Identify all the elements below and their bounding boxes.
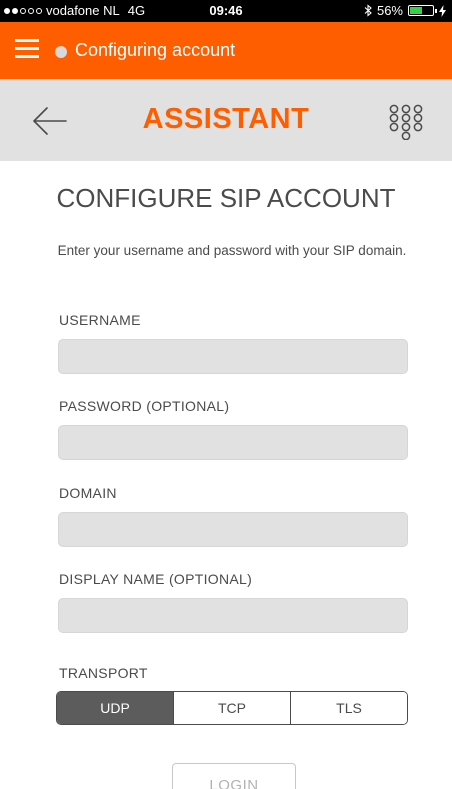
password-input[interactable] xyxy=(58,425,408,460)
transport-option-tcp[interactable]: TCP xyxy=(173,692,290,724)
status-bar-right: 56% xyxy=(364,3,446,18)
display-name-label: DISPLAY NAME (OPTIONAL) xyxy=(59,571,253,587)
battery-icon xyxy=(408,5,437,16)
domain-label: DOMAIN xyxy=(59,485,117,501)
assistant-header: ASSISTANT xyxy=(0,79,452,161)
battery-fill xyxy=(410,7,422,14)
page-title: CONFIGURE SIP ACCOUNT xyxy=(56,183,396,213)
signal-strength-icon xyxy=(4,7,42,14)
status-bar: vodafone NL 4G 09:46 56% xyxy=(0,0,452,22)
back-arrow-icon[interactable] xyxy=(30,104,70,138)
charging-bolt-icon xyxy=(439,4,446,17)
top-bar: Configuring account xyxy=(0,22,452,79)
network-type: 4G xyxy=(127,3,146,18)
username-input[interactable] xyxy=(58,339,408,374)
domain-input[interactable] xyxy=(58,512,408,547)
page-subtitle: Enter your username and password with yo… xyxy=(57,243,407,258)
battery-percent: 56% xyxy=(376,3,403,18)
transport-label: TRANSPORT xyxy=(59,665,148,681)
transport-option-tls[interactable]: TLS xyxy=(290,692,407,724)
login-button[interactable]: LOGIN xyxy=(172,763,296,789)
registration-status-text: Configuring account xyxy=(75,40,236,60)
menu-icon[interactable] xyxy=(15,39,39,59)
display-name-input[interactable] xyxy=(58,598,408,633)
bluetooth-icon xyxy=(364,4,372,17)
dialer-icon[interactable] xyxy=(388,104,424,140)
username-label: USERNAME xyxy=(59,312,141,328)
password-label: PASSWORD (OPTIONAL) xyxy=(59,398,230,414)
transport-option-udp[interactable]: UDP xyxy=(57,692,173,724)
status-bar-left: vodafone NL 4G xyxy=(4,3,145,18)
transport-selector: UDP TCP TLS xyxy=(56,691,408,725)
carrier-name: vodafone NL xyxy=(46,3,120,18)
registration-status-icon xyxy=(55,46,67,58)
